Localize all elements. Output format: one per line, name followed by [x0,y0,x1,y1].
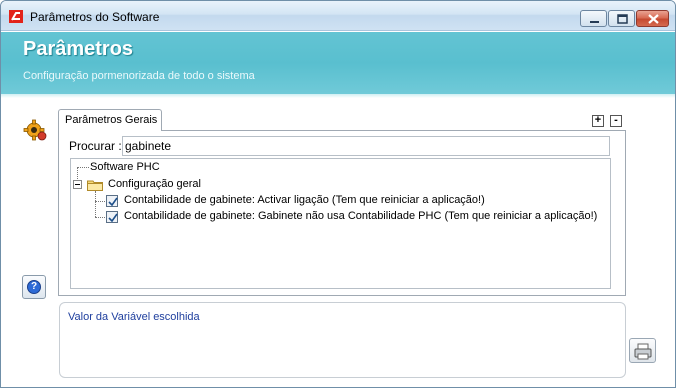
tab-parametros-gerais[interactable]: Parâmetros Gerais [58,109,162,131]
printer-icon [634,343,652,360]
tree-root-node[interactable]: Software PHC [90,161,160,173]
maximize-icon [617,14,628,24]
tree-item-label[interactable]: Contabilidade de gabinete: Activar ligaç… [124,194,485,206]
help-icon: ? [27,280,41,294]
banner-title: Parâmetros [23,38,134,60]
tree-item-checkbox[interactable] [106,195,118,207]
phc-logo-icon [9,10,23,23]
maximize-button[interactable] [608,10,635,27]
search-input[interactable] [122,136,610,156]
banner-divider [1,94,675,98]
search-label: Procurar : [69,139,122,153]
close-button[interactable] [636,10,669,27]
tab-label: Parâmetros Gerais [65,114,158,126]
checkmark-icon [108,213,118,223]
title-bar[interactable]: Parâmetros do Software [1,1,675,31]
collapse-icon[interactable] [73,180,82,189]
collapse-all-button[interactable]: - [610,115,622,127]
minimize-icon [590,21,599,23]
help-button[interactable]: ? [22,275,46,299]
gear-icon [23,119,47,141]
parameters-tree[interactable]: Software PHC Configuração geral Contabil… [70,158,611,289]
tree-group-node[interactable]: Configuração geral [108,178,201,190]
checkmark-icon [108,197,118,207]
tree-item-checkbox[interactable] [106,211,118,223]
header-banner: Parâmetros Configuração pormenorizada de… [1,32,675,94]
print-button[interactable] [629,338,656,363]
close-icon [648,14,659,24]
minimize-button[interactable] [580,10,607,27]
expand-all-button[interactable]: + [592,115,604,127]
tree-item-label[interactable]: Contabilidade de gabinete: Gabinete não … [124,210,597,222]
window-title: Parâmetros do Software [30,10,160,24]
parameters-window: Parâmetros do Software Parâmetros Config… [0,0,676,388]
folder-icon [87,180,103,191]
variable-value-panel[interactable]: Valor da Variável escolhida [59,302,626,378]
banner-subtitle: Configuração pormenorizada de todo o sis… [23,70,255,82]
variable-value-label: Valor da Variável escolhida [68,311,200,323]
